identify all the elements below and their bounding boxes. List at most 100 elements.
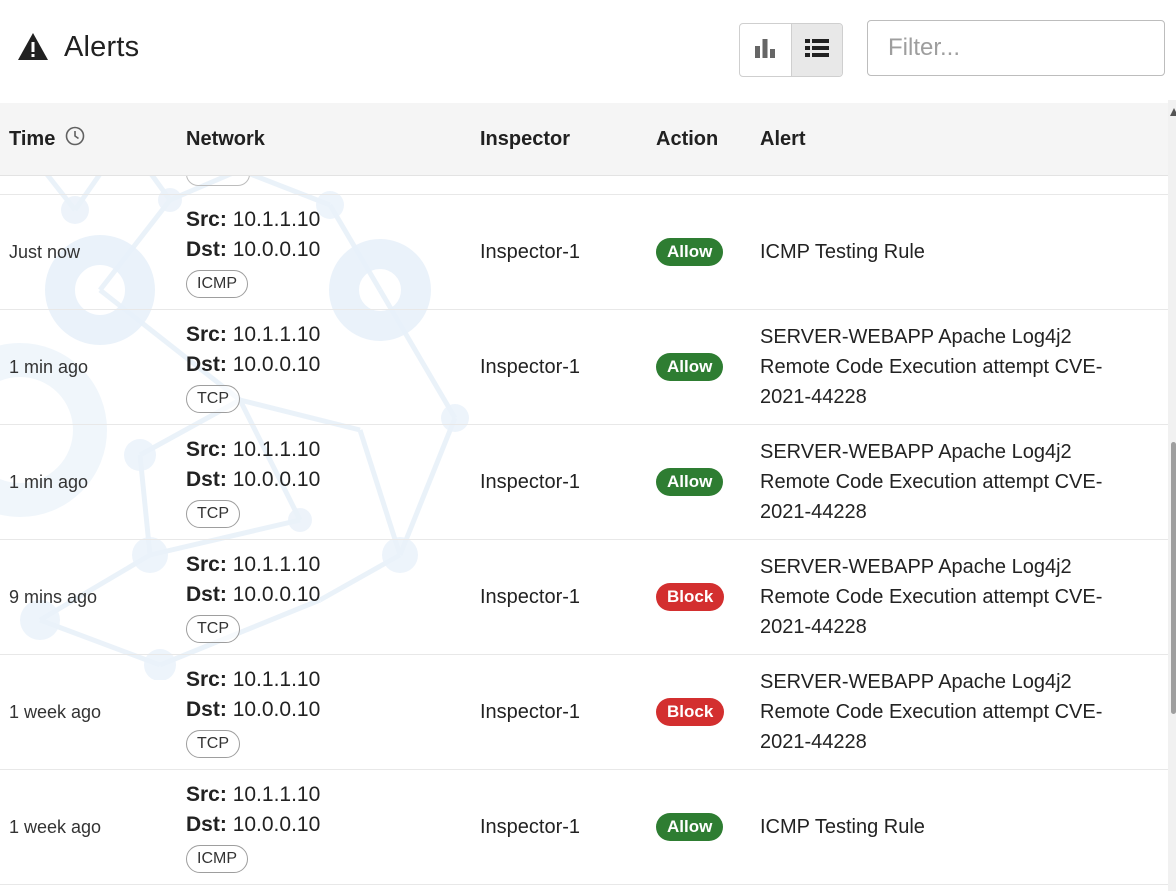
list-icon xyxy=(804,38,829,63)
table-row[interactable]: 1 week ago Src: 10.1.1.10 Dst: 10.0.0.10 IC… xyxy=(0,770,1168,885)
action-badge: Block xyxy=(656,698,725,726)
warning-triangle-icon xyxy=(16,30,50,64)
cell-time: 9 mins ago xyxy=(9,586,98,607)
cell-action: Block xyxy=(656,540,725,654)
action-badge: Block xyxy=(656,583,725,611)
alert-text: SERVER-WEBAPP Apache Log4j2 Remote Code … xyxy=(760,326,1103,408)
src-line: Src: 10.1.1.10 xyxy=(186,550,320,580)
protocol-chip: TCP xyxy=(186,615,240,643)
cell-action: Allow xyxy=(656,195,724,309)
cell-inspector: Inspector-1 xyxy=(480,585,581,608)
src-line: Src: 10.1.1.10 xyxy=(186,320,320,350)
table-row[interactable]: 1 min ago Src: 10.1.1.10 Dst: 10.0.0.10 TCP… xyxy=(0,310,1168,425)
action-badge: Allow xyxy=(656,238,724,266)
cell-network: Src: 10.1.1.10 Dst: 10.0.0.10 ICMP xyxy=(186,205,320,298)
cell-action: Block xyxy=(656,655,725,769)
cell-inspector: Inspector-1 xyxy=(480,355,581,378)
src-line: Src: 10.1.1.10 xyxy=(186,435,320,465)
cell-inspector: Inspector-1 xyxy=(480,700,581,723)
protocol-chip: ICMP xyxy=(186,845,248,873)
column-header-network[interactable]: Network xyxy=(186,103,265,175)
dst-line: Dst: 10.0.0.10 xyxy=(186,235,320,265)
table-body: Just now Src: 10.1.1.10 Dst: 10.0.0.10 ICMP… xyxy=(0,176,1168,891)
scroll-up-arrow-icon[interactable] xyxy=(1170,108,1176,116)
src-label: Src: xyxy=(186,553,227,576)
action-badge: Allow xyxy=(656,468,724,496)
cell-time: 1 week ago xyxy=(9,701,102,722)
src-ip: 10.1.1.10 xyxy=(232,668,321,691)
cell-alert: ICMP Testing Rule xyxy=(760,770,1140,884)
src-label: Src: xyxy=(186,668,227,691)
bar-chart-icon xyxy=(754,38,776,63)
dst-ip: 10.0.0.10 xyxy=(232,698,321,721)
cell-action: Allow xyxy=(656,770,724,884)
cell-network: Src: 10.1.1.10 Dst: 10.0.0.10 TCP xyxy=(186,320,320,413)
cell-network: Src: 10.1.1.10 Dst: 10.0.0.10 TCP xyxy=(186,550,320,643)
action-badge: Allow xyxy=(656,813,724,841)
alert-text: ICMP Testing Rule xyxy=(760,816,925,838)
dst-ip: 10.0.0.10 xyxy=(232,353,321,376)
cell-inspector: Inspector-1 xyxy=(480,815,581,838)
chart-view-button[interactable] xyxy=(740,24,791,76)
page-title: Alerts xyxy=(64,30,140,63)
table-row[interactable]: Just now Src: 10.1.1.10 Dst: 10.0.0.10 ICMP… xyxy=(0,195,1168,310)
src-line: Src: 10.1.1.10 xyxy=(186,780,320,810)
dst-line: Dst: 10.0.0.10 xyxy=(186,695,320,725)
alert-text: SERVER-WEBAPP Apache Log4j2 Remote Code … xyxy=(760,556,1103,638)
src-label: Src: xyxy=(186,323,227,346)
action-badge: Allow xyxy=(656,353,724,381)
src-ip: 10.1.1.10 xyxy=(232,553,321,576)
cell-time: 1 week ago xyxy=(9,816,102,837)
cell-alert: SERVER-WEBAPP Apache Log4j2 Remote Code … xyxy=(760,310,1140,424)
title-wrap: Alerts xyxy=(16,30,139,64)
column-header-time-label: Time xyxy=(9,127,56,150)
src-ip: 10.1.1.10 xyxy=(232,208,321,231)
dst-line: Dst: 10.0.0.10 xyxy=(186,580,320,610)
column-header-action[interactable]: Action xyxy=(656,103,718,175)
cell-inspector: Inspector-1 xyxy=(480,240,581,263)
alert-text: SERVER-WEBAPP Apache Log4j2 Remote Code … xyxy=(760,441,1103,523)
table-row[interactable]: 1 week ago Src: 10.1.1.10 Dst: 10.0.0.10 TC… xyxy=(0,655,1168,770)
alert-text: ICMP Testing Rule xyxy=(760,241,925,263)
src-ip: 10.1.1.10 xyxy=(232,783,321,806)
scrollbar-thumb[interactable] xyxy=(1171,442,1176,714)
dst-ip: 10.0.0.10 xyxy=(232,813,321,836)
protocol-chip: TCP xyxy=(186,385,240,413)
cell-inspector: Inspector-1 xyxy=(480,470,581,493)
src-line: Src: 10.1.1.10 xyxy=(186,665,320,695)
dst-line: Dst: 10.0.0.10 xyxy=(186,350,320,380)
table-row-partial[interactable] xyxy=(0,176,1168,195)
alert-text: SERVER-WEBAPP Apache Log4j2 Remote Code … xyxy=(760,671,1103,753)
protocol-chip xyxy=(186,176,250,186)
column-header-inspector[interactable]: Inspector xyxy=(480,103,570,175)
list-view-button[interactable] xyxy=(790,24,842,76)
column-header-alert[interactable]: Alert xyxy=(760,103,806,175)
filter-input[interactable] xyxy=(867,20,1165,76)
page-header: Alerts xyxy=(0,0,1176,100)
src-label: Src: xyxy=(186,438,227,461)
src-line: Src: 10.1.1.10 xyxy=(186,205,320,235)
dst-label: Dst: xyxy=(186,698,227,721)
dst-label: Dst: xyxy=(186,813,227,836)
src-ip: 10.1.1.10 xyxy=(232,323,321,346)
cell-alert: SERVER-WEBAPP Apache Log4j2 Remote Code … xyxy=(760,425,1140,539)
dst-label: Dst: xyxy=(186,353,227,376)
protocol-chip: ICMP xyxy=(186,270,248,298)
column-header-time[interactable]: Time xyxy=(9,103,85,175)
clock-icon xyxy=(65,126,85,152)
cell-time: Just now xyxy=(9,241,81,262)
table-row[interactable]: 1 min ago Src: 10.1.1.10 Dst: 10.0.0.10 TCP… xyxy=(0,425,1168,540)
dst-line: Dst: 10.0.0.10 xyxy=(186,810,320,840)
dst-label: Dst: xyxy=(186,238,227,261)
dst-ip: 10.0.0.10 xyxy=(232,583,321,606)
dst-ip: 10.0.0.10 xyxy=(232,468,321,491)
cell-alert: ICMP Testing Rule xyxy=(760,195,1140,309)
table-header: Time Network Inspector Action Alert xyxy=(0,103,1168,176)
cell-alert: SERVER-WEBAPP Apache Log4j2 Remote Code … xyxy=(760,655,1140,769)
protocol-chip: TCP xyxy=(186,730,240,758)
table-rows: Just now Src: 10.1.1.10 Dst: 10.0.0.10 ICMP… xyxy=(0,195,1168,885)
dst-ip: 10.0.0.10 xyxy=(232,238,321,261)
table-row[interactable]: 9 mins ago Src: 10.1.1.10 Dst: 10.0.0.10 TC… xyxy=(0,540,1168,655)
cell-time: 1 min ago xyxy=(9,356,89,377)
src-ip: 10.1.1.10 xyxy=(232,438,321,461)
